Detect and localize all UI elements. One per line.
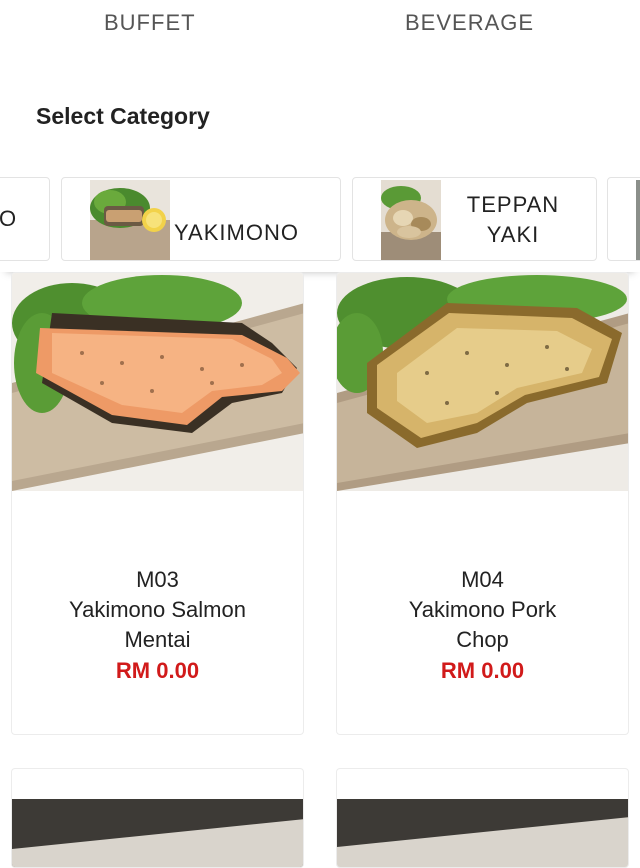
category-card-yakimono[interactable]: YAKIMONO (61, 177, 341, 261)
product-price: RM 0.00 (440, 658, 525, 683)
teppanyaki-thumbnail-icon (381, 180, 441, 260)
category-card-partial-left[interactable]: O (0, 177, 50, 261)
grilled-fish-thumbnail-icon (90, 180, 170, 260)
category-label-line2: YAKI (486, 222, 540, 247)
category-strip[interactable]: O YAKIMONO TEPPAN YAKI (0, 168, 640, 272)
product-name-line1: Yakimono Salmon (69, 597, 246, 622)
tab-beverage[interactable]: BEVERAGE (405, 10, 534, 36)
category-label: YAKIMONO (174, 220, 299, 245)
product-code: M04 (461, 567, 504, 592)
product-card-m04[interactable]: M04 Yakimono Pork Chop RM 0.00 (336, 272, 629, 735)
dish-image (337, 799, 628, 867)
product-price: RM 0.00 (115, 658, 200, 683)
top-tab-bar: BUFFET BEVERAGE (0, 0, 640, 52)
product-name-line1: Yakimono Pork (408, 597, 557, 622)
pork-chop-dish-image (337, 273, 628, 491)
product-card-partial[interactable] (11, 768, 304, 868)
product-name-line2: Mentai (124, 627, 191, 652)
section-title: Select Category (36, 103, 210, 129)
salmon-dish-image (12, 273, 303, 491)
product-code: M03 (136, 567, 179, 592)
product-card-partial[interactable] (336, 768, 629, 868)
category-label-line1: TEPPAN (466, 192, 560, 217)
food-thumbnail-icon (636, 180, 640, 260)
dish-image (12, 799, 303, 867)
category-label: O (0, 206, 18, 231)
category-card-partial-right[interactable] (607, 177, 640, 261)
product-name-line2: Chop (456, 627, 509, 652)
product-card-m03[interactable]: M03 Yakimono Salmon Mentai RM 0.00 (11, 272, 304, 735)
category-card-teppan-yaki[interactable]: TEPPAN YAKI (352, 177, 597, 261)
tab-buffet[interactable]: BUFFET (104, 10, 196, 36)
